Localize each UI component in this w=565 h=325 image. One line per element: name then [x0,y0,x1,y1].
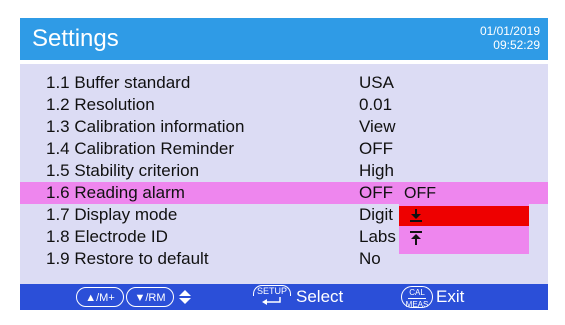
alarm-dropdown[interactable]: OFF [399,184,529,254]
dropdown-option-label: OFF [404,185,436,202]
down-rm-key[interactable]: ▼/RM [126,287,174,307]
menu-item-value: Digit [359,205,394,224]
dropdown-option-lower-limit[interactable] [399,206,529,226]
setup-key[interactable]: SETUP [251,285,293,308]
meas-key-label: MEAS [405,300,429,309]
menu-item-label: 1.1 Buffer standard [46,73,191,92]
menu-item-value: No [359,249,381,268]
setup-key-label: SETUP [252,285,291,296]
menu-item-calibration-information[interactable]: 1.3 Calibration information View [20,116,548,138]
clock: 01/01/2019 09:52:29 [480,24,540,52]
exit-label: Exit [436,287,465,306]
menu-item-calibration-reminder[interactable]: 1.4 Calibration Reminder OFF [20,138,548,160]
menu-item-value: High [359,161,394,180]
menu-item-label: 1.7 Display mode [46,205,178,224]
header-bar: Settings 01/01/2019 09:52:29 [20,18,548,60]
menu-item-stability-criterion[interactable]: 1.5 Stability criterion High [20,160,548,182]
cal-meas-key[interactable]: CAL MEAS [401,286,433,309]
menu-item-label: 1.9 Restore to default [46,249,209,268]
cal-key-label: CAL [409,288,425,297]
menu-item-label: 1.5 Stability criterion [46,161,200,180]
menu-item-label: 1.3 Calibration information [46,117,245,136]
menu-item-buffer-standard[interactable]: 1.1 Buffer standard USA [20,72,548,94]
page-title: Settings [32,25,119,52]
dropdown-option-off[interactable]: OFF [399,184,529,204]
menu-item-value: Labs [359,227,396,246]
upper-limit-icon [410,231,422,245]
menu-item-label: 1.6 Reading alarm [46,183,185,202]
time-text: 09:52:29 [493,38,540,52]
select-label: Select [296,287,344,306]
date-text: 01/01/2019 [479,24,540,38]
footer-bar: ▲/M+ ▼/RM SETUP Select CAL MEAS Exit [20,284,548,310]
menu-item-label: 1.4 Calibration Reminder [46,139,235,158]
menu-item-resolution[interactable]: 1.2 Resolution 0.01 [20,94,548,116]
up-down-arrows-icon [179,290,191,304]
menu-item-value: USA [359,73,394,92]
dropdown-option-upper-limit[interactable] [399,228,529,248]
lower-limit-icon [410,209,422,222]
menu-item-value: OFF [359,183,393,202]
menu-item-value: OFF [359,139,393,158]
enter-icon [262,297,281,305]
device-screen: Settings 01/01/2019 09:52:29 1.1 Buffer … [20,18,548,310]
menu-item-value: 0.01 [359,95,393,114]
cal-key-divider [408,298,426,299]
menu-item-value: View [359,117,396,136]
up-mplus-key[interactable]: ▲/M+ [76,287,124,307]
menu-item-label: 1.8 Electrode ID [46,227,168,246]
menu-item-label: 1.2 Resolution [46,95,155,114]
